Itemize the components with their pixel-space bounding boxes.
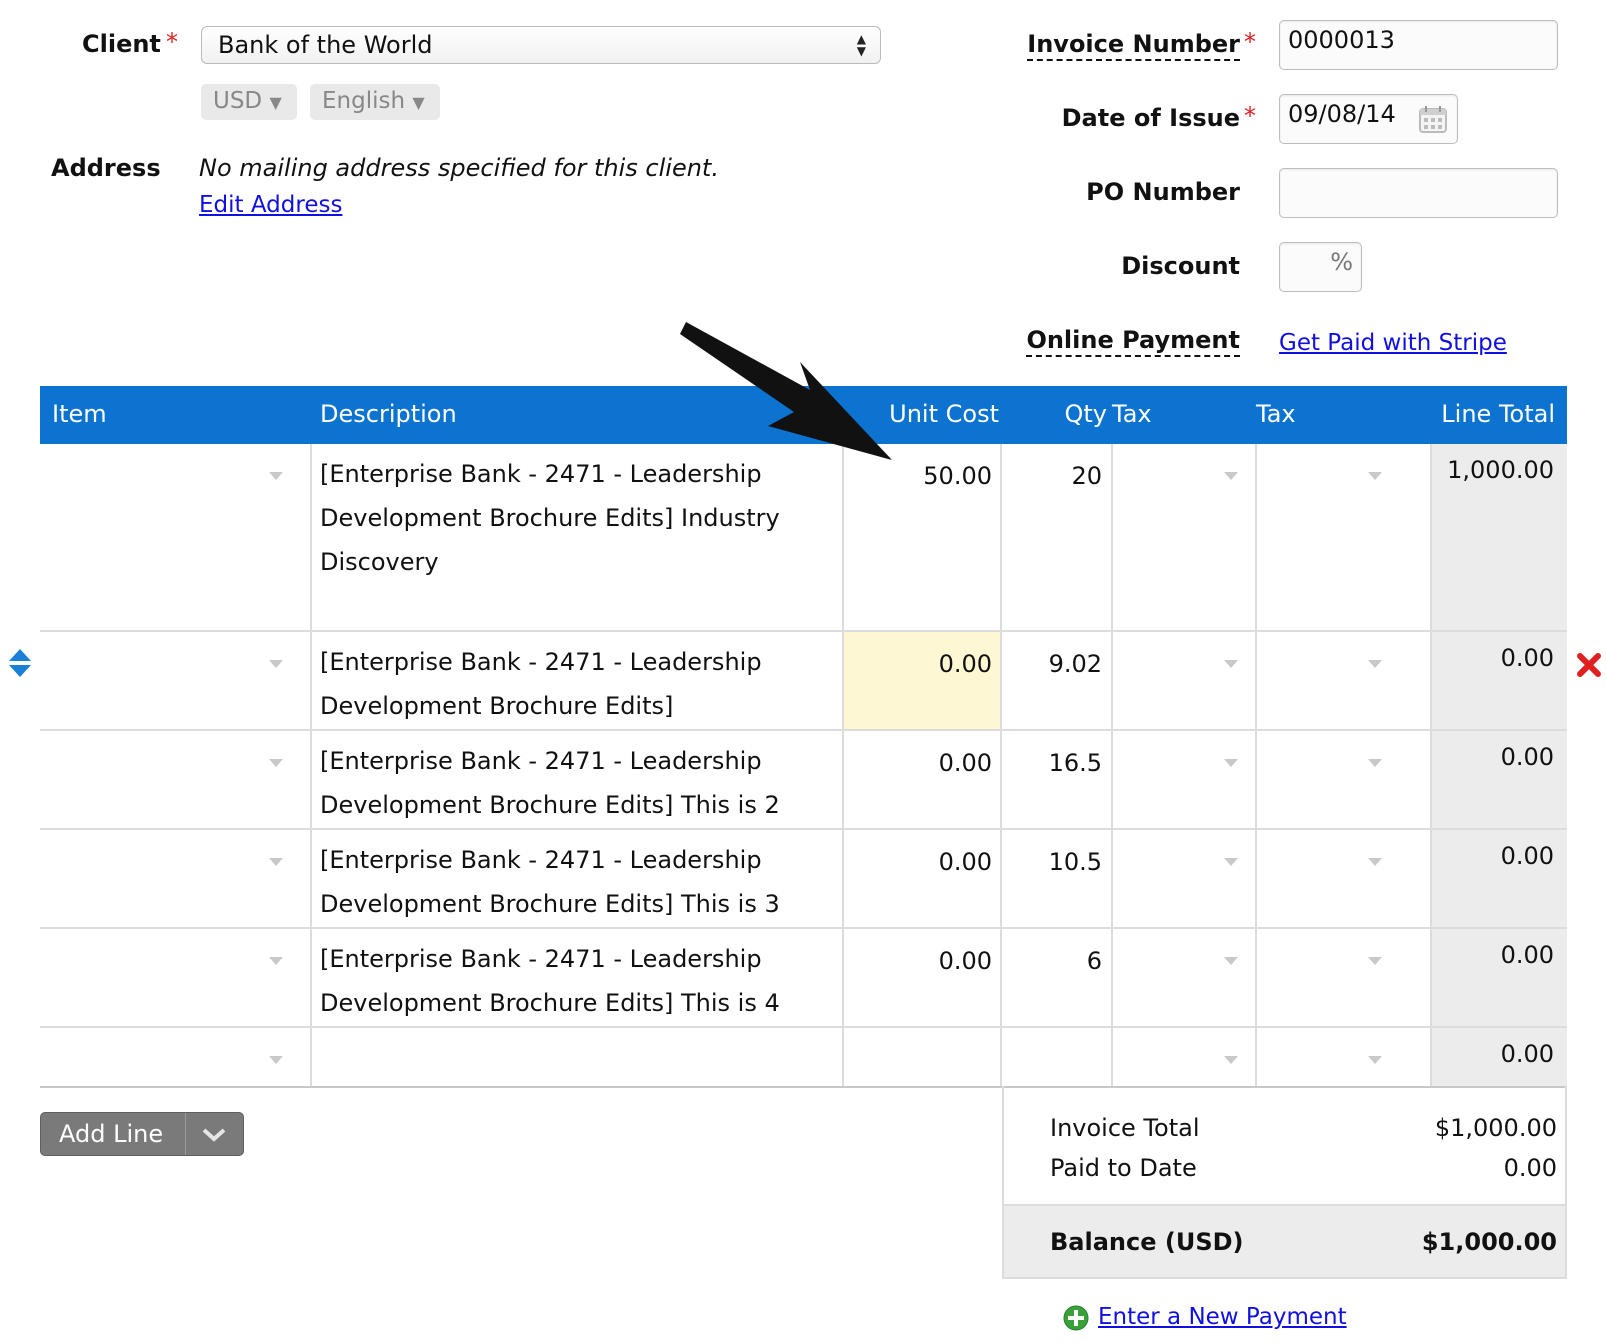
row-unit-cost[interactable]: 0.00 [844, 939, 992, 983]
item-dropdown-caret-icon[interactable] [269, 472, 283, 480]
tax1-dropdown-caret-icon[interactable] [1224, 1056, 1238, 1064]
balance-label: Balance (USD) [1050, 1228, 1244, 1256]
tax2-dropdown-caret-icon[interactable] [1368, 858, 1382, 866]
discount-input[interactable]: % [1279, 242, 1362, 292]
description-line: Discovery [320, 548, 439, 576]
stripe-link[interactable]: Get Paid with Stripe [1279, 330, 1507, 356]
paid-to-date-label: Paid to Date [1050, 1154, 1197, 1182]
currency-caret-icon: ▼ [269, 93, 282, 112]
row-description[interactable]: [Enterprise Bank - 2471 - Leadership Dev… [320, 937, 780, 1025]
description-line: Development Brochure Edits] [320, 692, 674, 720]
annotation-arrow-icon [680, 322, 892, 460]
item-dropdown-caret-icon[interactable] [269, 660, 283, 668]
select-arrows-icon: ▲ ▼ [856, 32, 866, 58]
edit-address-link[interactable]: Edit Address [199, 192, 342, 218]
chevron-down-icon[interactable] [201, 1127, 227, 1143]
header-item: Item [52, 400, 107, 428]
invoice-number-input[interactable]: 0000013 [1279, 20, 1558, 70]
row-description[interactable]: [Enterprise Bank - 2471 - Leadership Dev… [320, 838, 780, 926]
date-value: 09/08/14 [1288, 100, 1396, 128]
calendar-icon[interactable] [1417, 103, 1449, 135]
row-line-total: 0.00 [1500, 644, 1554, 672]
tax1-dropdown-caret-icon[interactable] [1224, 759, 1238, 767]
row-description[interactable]: [Enterprise Bank - 2471 - Leadership Dev… [320, 739, 780, 827]
row-qty[interactable]: 9.02 [1002, 642, 1102, 686]
paid-to-date-value: 0.00 [1503, 1154, 1557, 1182]
delete-row-icon[interactable] [1576, 652, 1602, 678]
client-label: Client [82, 30, 161, 58]
invoice-total-label: Invoice Total [1050, 1114, 1200, 1142]
date-required-mark: * [1244, 102, 1256, 130]
header-tax-2: Tax [1256, 400, 1296, 428]
date-of-issue-label: Date of Issue [1061, 104, 1240, 132]
totals-panel: Invoice Total $1,000.00 Paid to Date 0.0… [1002, 1086, 1567, 1279]
description-line: Development Brochure Edits] This is 4 [320, 989, 780, 1017]
row-qty[interactable]: 16.5 [1002, 741, 1102, 785]
online-payment-label: Online Payment [1026, 326, 1240, 357]
item-dropdown-caret-icon[interactable] [269, 957, 283, 965]
po-number-label: PO Number [1086, 178, 1240, 206]
tax1-dropdown-caret-icon[interactable] [1224, 472, 1238, 480]
currency-value: USD [213, 88, 263, 114]
line-items-table: [Enterprise Bank - 2471 - Leadership Dev… [40, 444, 1567, 1090]
tax2-dropdown-caret-icon[interactable] [1368, 759, 1382, 767]
item-dropdown-caret-icon[interactable] [269, 1056, 283, 1064]
tax2-dropdown-caret-icon[interactable] [1368, 957, 1382, 965]
language-select[interactable]: English ▼ [310, 84, 440, 120]
item-dropdown-caret-icon[interactable] [269, 759, 283, 767]
description-line: [Enterprise Bank - 2471 - Leadership [320, 648, 762, 676]
client-select[interactable]: Bank of the World ▲ ▼ [201, 26, 881, 64]
reorder-handle-icon[interactable] [8, 648, 32, 678]
address-label: Address [51, 154, 161, 182]
header-line-total: Line Total [1441, 400, 1555, 428]
invoice-number-required-mark: * [1244, 28, 1256, 56]
row-description[interactable]: [Enterprise Bank - 2471 - Leadership Dev… [320, 640, 762, 728]
invoice-total-value: $1,000.00 [1434, 1114, 1557, 1142]
tax2-dropdown-caret-icon[interactable] [1368, 660, 1382, 668]
invoice-number-value: 0000013 [1288, 26, 1395, 54]
address-text: No mailing address specified for this cl… [199, 154, 719, 182]
discount-label: Discount [1121, 252, 1240, 280]
header-tax-1: Tax [1112, 400, 1152, 428]
date-of-issue-input[interactable]: 09/08/14 [1279, 94, 1458, 144]
add-payment-icon[interactable] [1062, 1304, 1090, 1332]
row-unit-cost[interactable]: 0.00 [844, 840, 992, 884]
row-line-total: 0.00 [1500, 842, 1554, 870]
tax1-dropdown-caret-icon[interactable] [1224, 957, 1238, 965]
row-qty[interactable]: 10.5 [1002, 840, 1102, 884]
po-number-input[interactable] [1279, 168, 1558, 218]
header-qty: Qty [1064, 400, 1107, 428]
add-line-label: Add Line [59, 1120, 164, 1148]
header-description: Description [320, 400, 457, 428]
tax1-dropdown-caret-icon[interactable] [1224, 858, 1238, 866]
item-dropdown-caret-icon[interactable] [269, 858, 283, 866]
language-value: English [322, 88, 406, 114]
row-line-total: 0.00 [1500, 1040, 1554, 1068]
enter-payment-link[interactable]: Enter a New Payment [1098, 1304, 1347, 1330]
description-line: [Enterprise Bank - 2471 - Leadership [320, 945, 762, 973]
language-caret-icon: ▼ [412, 93, 425, 112]
balance-value: $1,000.00 [1421, 1228, 1557, 1256]
client-required-mark: * [166, 28, 178, 56]
tax2-dropdown-caret-icon[interactable] [1368, 472, 1382, 480]
discount-suffix: % [1330, 248, 1353, 276]
invoice-number-label: Invoice Number [1027, 30, 1240, 61]
tax2-dropdown-caret-icon[interactable] [1368, 1056, 1382, 1064]
row-line-total: 1,000.00 [1447, 456, 1554, 484]
description-line: [Enterprise Bank - 2471 - Leadership [320, 747, 762, 775]
description-line: Development Brochure Edits] Industry [320, 504, 780, 532]
description-line: [Enterprise Bank - 2471 - Leadership [320, 846, 762, 874]
row-unit-cost[interactable]: 0.00 [844, 741, 992, 785]
client-selected-value: Bank of the World [218, 31, 433, 59]
description-line: Development Brochure Edits] This is 2 [320, 791, 780, 819]
row-qty[interactable]: 6 [1002, 939, 1102, 983]
tax1-dropdown-caret-icon[interactable] [1224, 660, 1238, 668]
row-unit-cost[interactable]: 0.00 [844, 642, 992, 686]
row-qty[interactable]: 20 [1002, 454, 1102, 498]
currency-select[interactable]: USD ▼ [201, 84, 297, 120]
row-line-total: 0.00 [1500, 941, 1554, 969]
description-line: Development Brochure Edits] This is 3 [320, 890, 780, 918]
add-line-button[interactable]: Add Line [40, 1112, 244, 1156]
row-line-total: 0.00 [1500, 743, 1554, 771]
